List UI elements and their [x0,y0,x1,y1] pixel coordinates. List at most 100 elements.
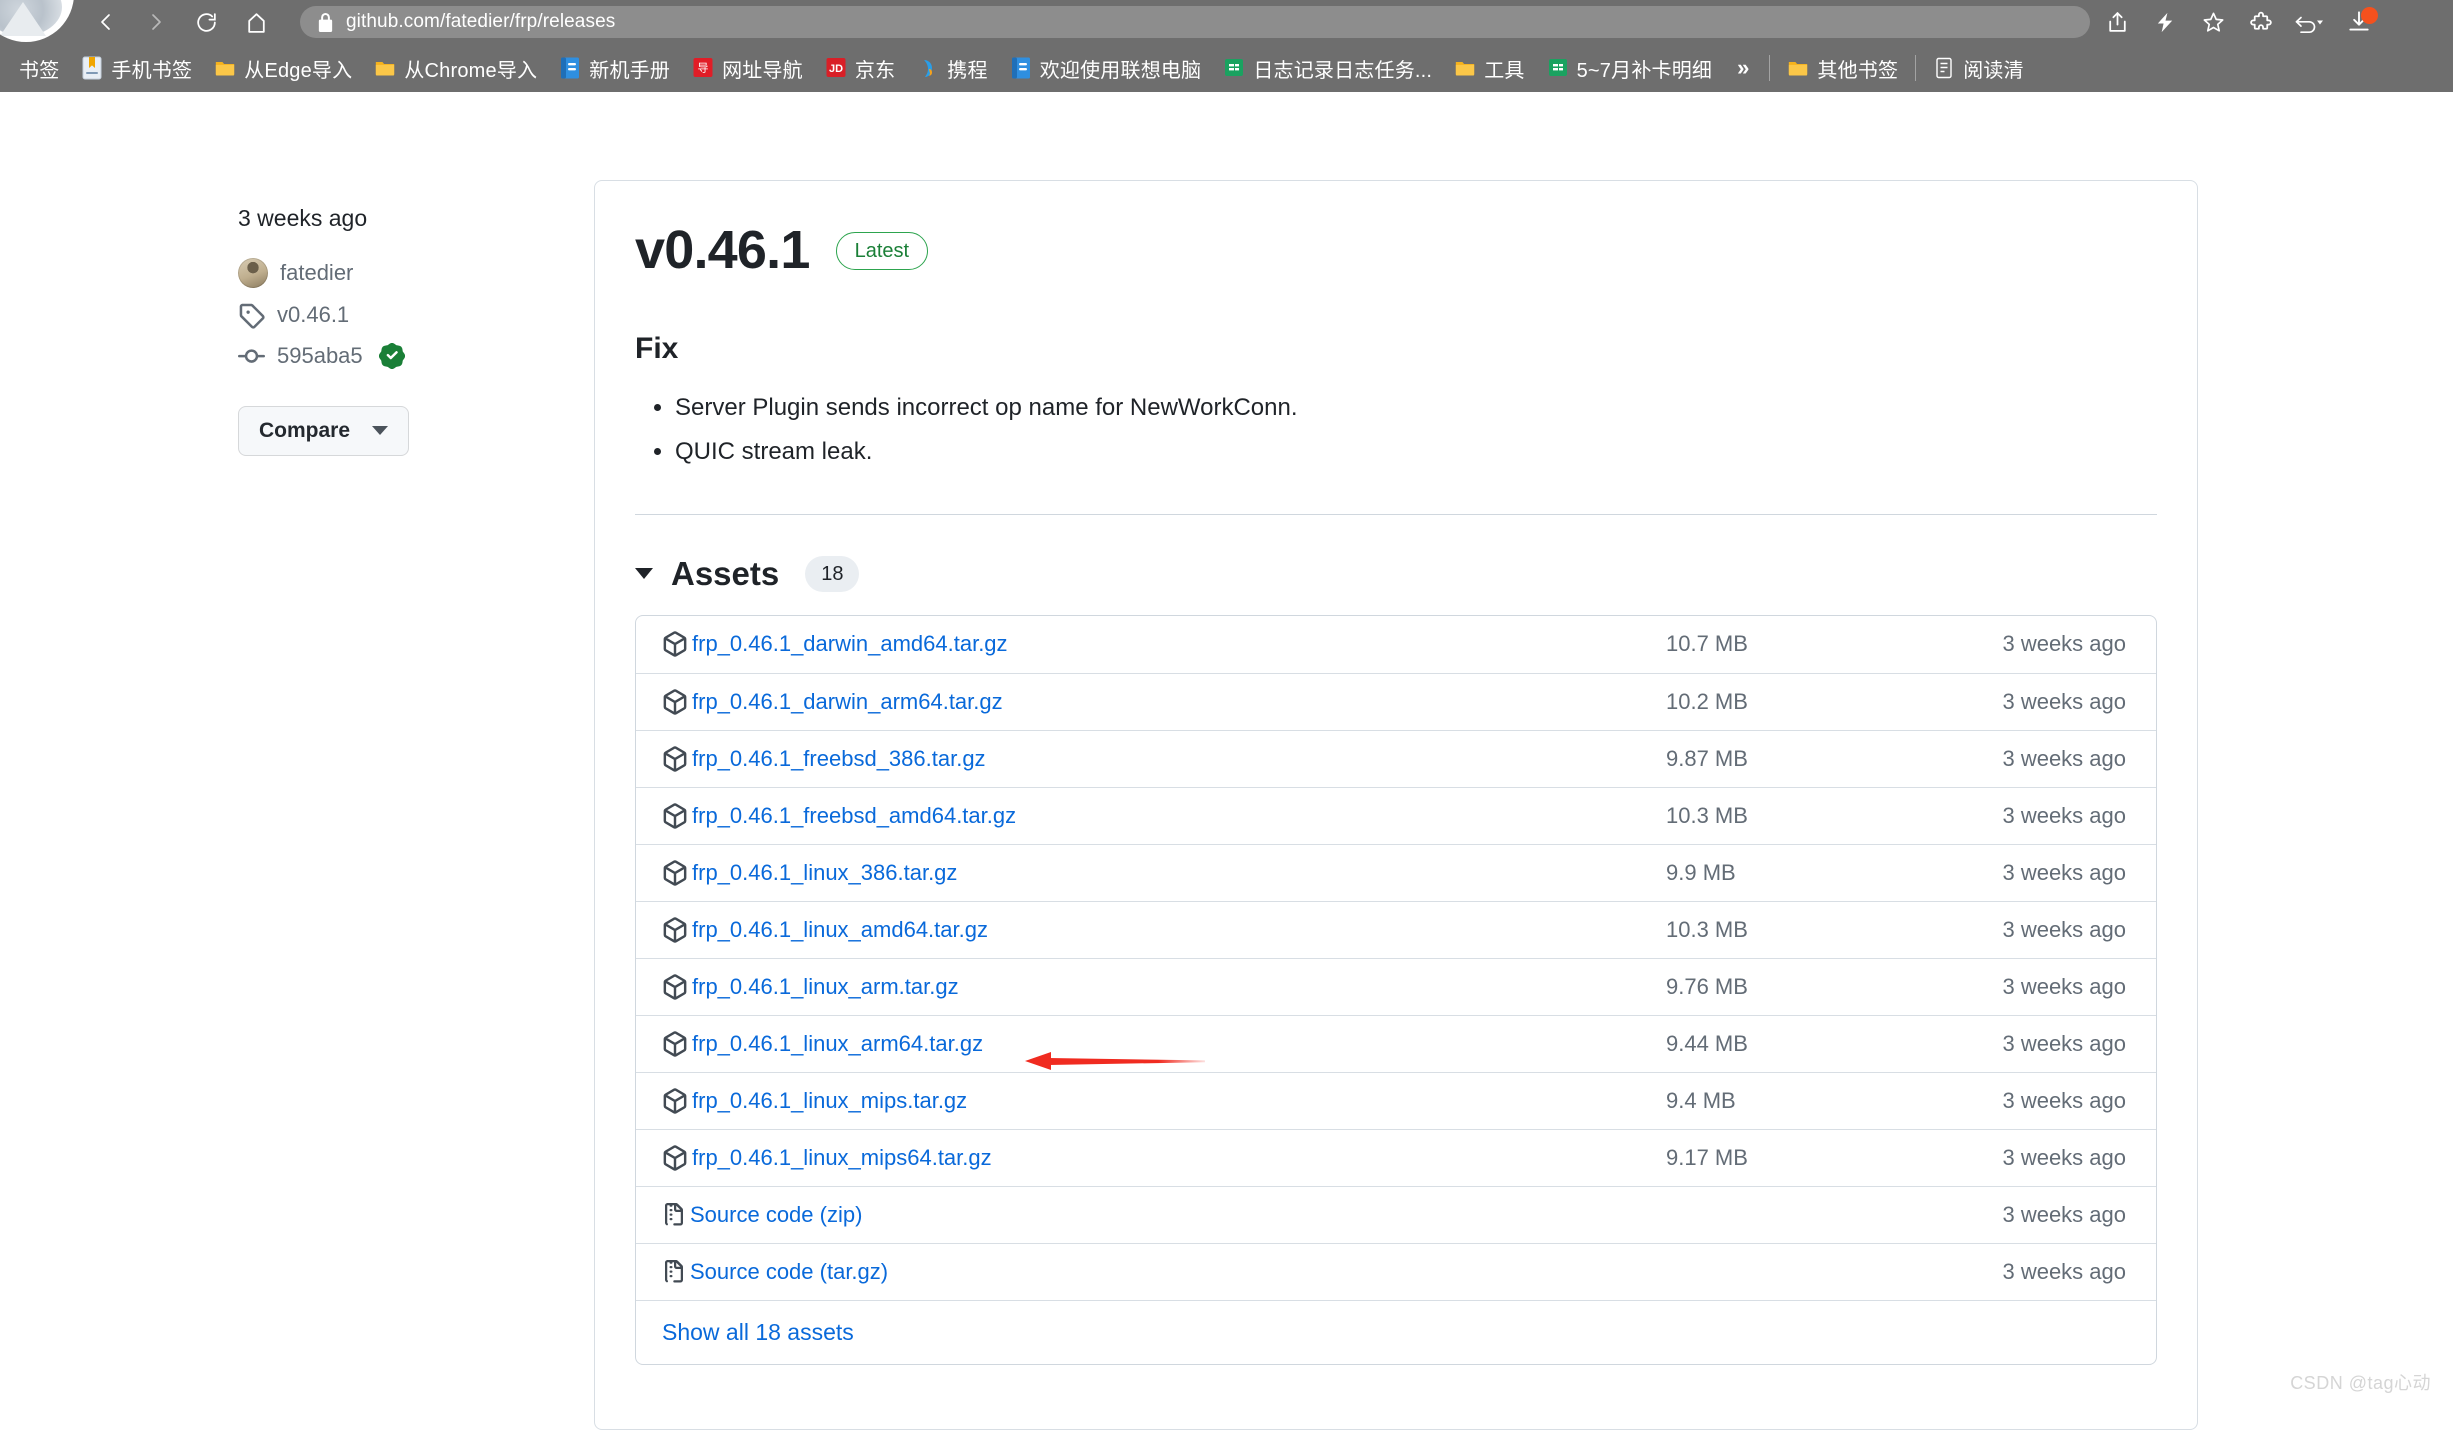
asset-name-cell: frp_0.46.1_darwin_arm64.tar.gz [662,689,1666,715]
bookmark-item-8[interactable]: 欢迎使用联想电脑 [999,49,1213,87]
bookmark-label: 从Chrome导入 [404,59,538,82]
compare-label: Compare [259,418,351,442]
asset-name-cell: frp_0.46.1_linux_arm64.tar.gz [662,1031,1666,1057]
back-button[interactable] [84,5,128,39]
commit-sha: 595aba5 [277,343,363,369]
asset-link-suffix: (zip) [813,1201,863,1227]
bookmark-item-7[interactable]: 携程 [906,49,998,87]
asset-link[interactable]: frp_0.46.1_linux_386.tar.gz [692,860,957,886]
package-icon [663,631,687,657]
asset-link[interactable]: frp_0.46.1_linux_mips64.tar.gz [692,1145,992,1171]
bookmark-label: 欢迎使用联想电脑 [1039,59,1202,82]
asset-link[interactable]: frp_0.46.1_linux_arm64.tar.gz [692,1031,983,1057]
bookmark-item-6[interactable]: JD 京东 [814,49,906,87]
lightning-icon[interactable] [2142,5,2188,39]
chevron-down-icon [372,426,389,436]
table-row[interactable]: frp_0.46.1_linux_386.tar.gz 9.9 MB 3 wee… [636,843,2156,901]
chevron-down-icon [635,568,653,580]
forward-button[interactable] [134,5,178,39]
share-icon[interactable] [2094,5,2140,39]
bookmark-item-2[interactable]: 从Edge导入 [203,49,363,87]
release-author[interactable]: fatedier [238,257,560,288]
reading-list-icon [1936,57,1952,79]
bookmark-item-3[interactable]: 从Chrome导入 [363,49,548,87]
asset-link[interactable]: frp_0.46.1_linux_arm.tar.gz [692,974,959,1000]
bookmark-item-1[interactable]: 手机书签 [70,49,203,87]
assets-header[interactable]: Assets 18 [635,555,2157,593]
sheet-icon [1225,59,1244,76]
download-badge [2361,7,2378,24]
table-row[interactable]: frp_0.46.1_linux_amd64.tar.gz 10.3 MB 3 … [636,900,2156,958]
commit-icon [238,349,265,363]
bookmark-reading-list[interactable]: 阅读清 [1922,49,2035,87]
asset-link[interactable]: frp_0.46.1_darwin_amd64.tar.gz [692,631,1008,657]
page-content: 3 weeks ago fatedier v0.46.1 595aba5 Com… [0,92,2453,1430]
table-row[interactable]: frp_0.46.1_darwin_arm64.tar.gz 10.2 MB 3… [636,672,2156,730]
asset-size: 9.87 MB [1666,745,1748,771]
asset-size: 10.3 MB [1666,916,1748,942]
bookmark-item-11[interactable]: 5~7月补卡明细 [1536,49,1724,87]
tag-icon [239,303,265,329]
bookmark-label: 工具 [1484,59,1525,82]
asset-time: 3 weeks ago [2002,631,2126,657]
release-published-date: 3 weeks ago [238,205,368,231]
reload-button[interactable] [184,5,228,39]
profile-avatar[interactable] [0,0,74,42]
history-back-icon[interactable] [2286,5,2332,39]
release-header: v0.46.1 Latest Fix Server Plugin sends i… [595,181,2197,515]
bookmark-item-10[interactable]: 工具 [1443,49,1535,87]
table-row[interactable]: frp_0.46.1_linux_arm.tar.gz 9.76 MB 3 we… [636,957,2156,1015]
compare-button[interactable]: Compare [238,405,410,456]
home-button[interactable] [234,5,278,39]
folder-icon [376,62,395,76]
asset-link[interactable]: frp_0.46.1_linux_mips.tar.gz [692,1088,967,1114]
bookmark-item-5[interactable]: 导 网址导航 [681,49,814,87]
table-row[interactable]: frp_0.46.1_linux_mips64.tar.gz 9.17 MB 3… [636,1128,2156,1186]
table-row[interactable]: frp_0.46.1_linux_arm64.tar.gz 9.44 MB 3 … [636,1014,2156,1072]
table-row[interactable]: frp_0.46.1_freebsd_amd64.tar.gz 10.3 MB … [636,786,2156,844]
package-icon [663,1144,687,1171]
table-row[interactable]: frp_0.46.1_linux_mips.tar.gz 9.4 MB 3 we… [636,1071,2156,1129]
address-bar[interactable]: github.com/fatedier/frp/releases [300,6,2090,38]
navigation-buttons [84,5,278,39]
table-row[interactable]: frp_0.46.1_freebsd_386.tar.gz 9.87 MB 3 … [636,729,2156,787]
bookmarks-overflow-button[interactable]: » [1723,55,1763,81]
asset-link[interactable]: frp_0.46.1_darwin_arm64.tar.gz [692,689,1003,715]
extensions-icon[interactable] [2238,5,2284,39]
release-commit[interactable]: 595aba5 [238,343,560,370]
avatar-image [0,0,62,36]
table-row[interactable]: frp_0.46.1_darwin_amd64.tar.gz 10.7 MB 3… [636,616,2156,673]
release-title-row: v0.46.1 Latest [635,220,2157,280]
asset-link[interactable]: frp_0.46.1_freebsd_386.tar.gz [692,746,986,772]
asset-link[interactable]: Source code (zip) [690,1202,862,1228]
bookmarks-divider [1769,55,1771,81]
release-card: v0.46.1 Latest Fix Server Plugin sends i… [594,180,2198,1430]
asset-name-cell: frp_0.46.1_freebsd_amd64.tar.gz [662,803,1666,829]
bookmark-item-0[interactable]: 书签 [8,49,70,87]
asset-name-cell: frp_0.46.1_linux_mips64.tar.gz [662,1145,1666,1171]
asset-link[interactable]: frp_0.46.1_freebsd_amd64.tar.gz [692,803,1016,829]
asset-link[interactable]: Source code (tar.gz) [690,1259,888,1285]
bookmark-item-4[interactable]: 新机手册 [548,49,681,87]
bookmark-item-9[interactable]: 日志记录日志任务... [1212,49,1443,87]
table-row[interactable]: Source code (zip) 3 weeks ago [636,1185,2156,1243]
star-icon[interactable] [2190,5,2236,39]
downloads-icon[interactable] [2334,5,2384,39]
bookmark-other-bookmarks[interactable]: 其他书签 [1776,49,1909,87]
table-row[interactable]: Source code (tar.gz) 3 weeks ago [636,1242,2156,1300]
bookmark-label: 5~7月补卡明细 [1576,59,1713,82]
show-all-assets-row[interactable]: Show all 18 assets [636,1299,2156,1364]
package-icon [663,688,687,715]
svg-text:JD: JD [829,63,843,75]
package-icon [663,745,687,772]
asset-time: 3 weeks ago [2002,859,2126,885]
asset-link[interactable]: frp_0.46.1_linux_amd64.tar.gz [692,917,988,943]
asset-time: 3 weeks ago [2002,1030,2126,1056]
release-tag[interactable]: v0.46.1 [238,302,560,329]
asset-name-cell: frp_0.46.1_linux_amd64.tar.gz [662,917,1666,943]
asset-size: 10.2 MB [1666,688,1748,714]
show-all-assets-link[interactable]: Show all 18 assets [662,1319,854,1346]
bookmark-label: 其他书签 [1817,59,1899,82]
asset-name-cell: frp_0.46.1_freebsd_386.tar.gz [662,746,1666,772]
asset-time: 3 weeks ago [2002,916,2126,942]
